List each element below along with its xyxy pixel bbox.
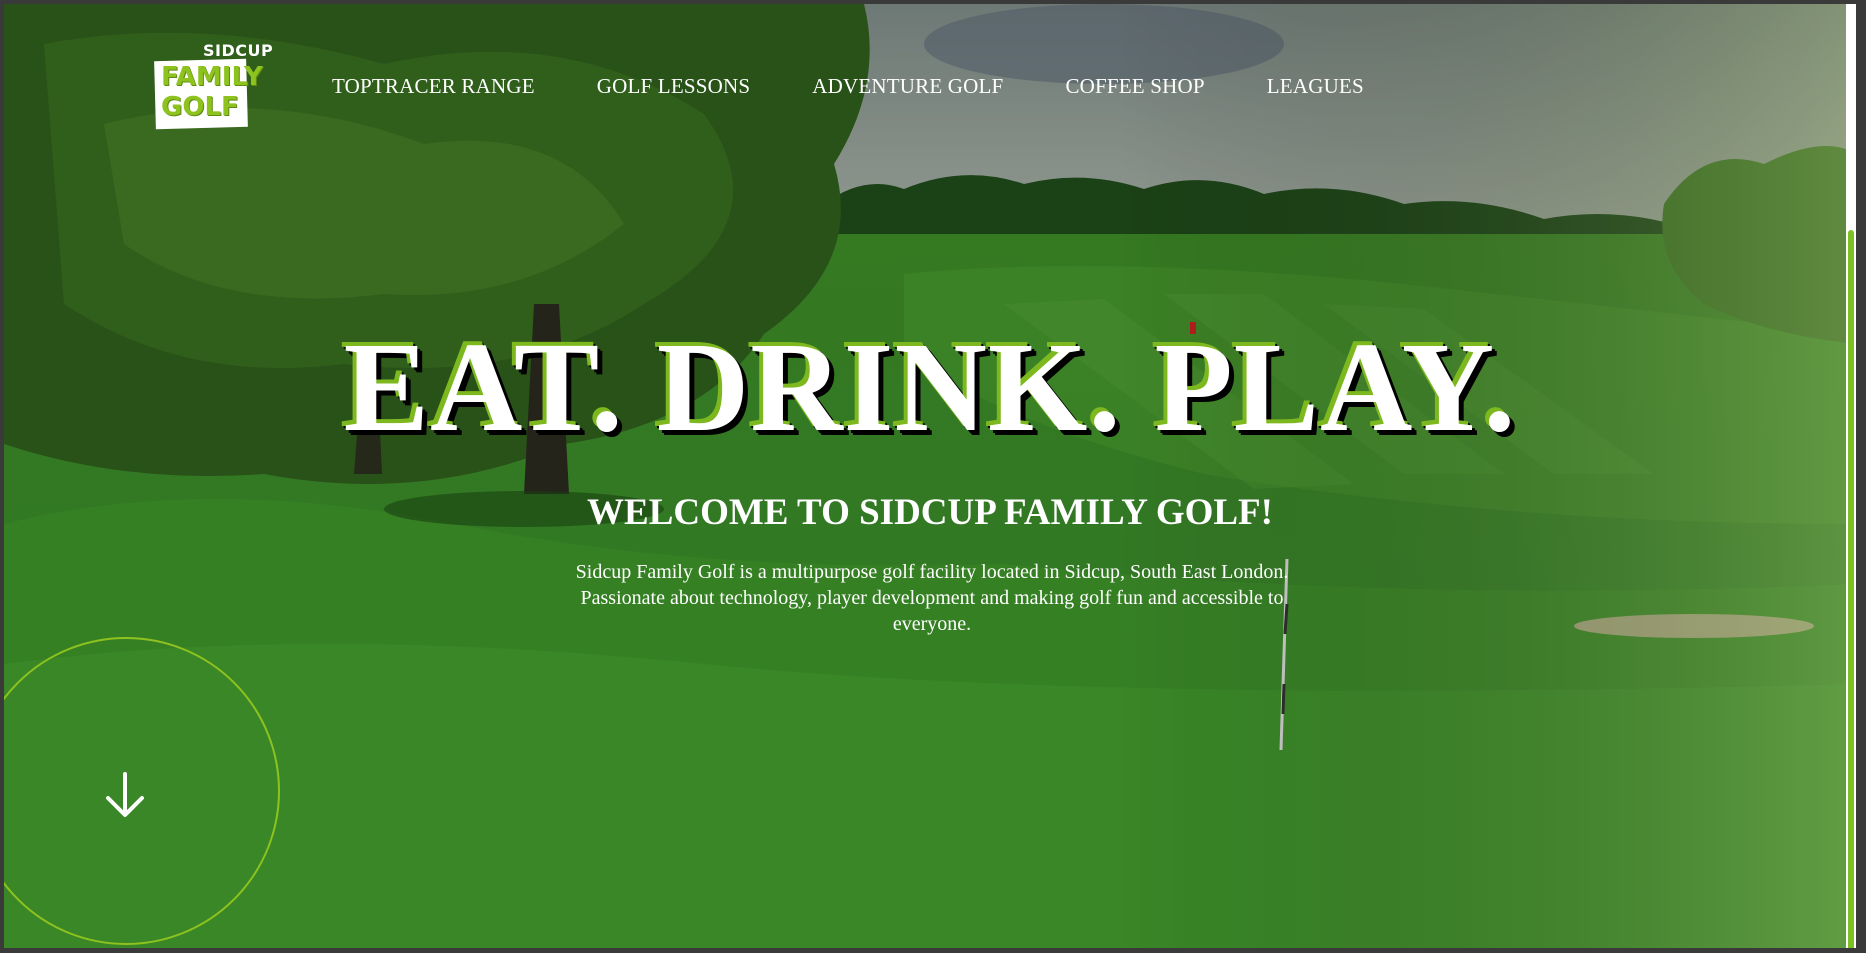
page-frame: SIDCUP FAMILY GOLF TOPTRACER RANGE GOLF … xyxy=(4,4,1856,948)
scrollbar[interactable] xyxy=(1846,4,1856,948)
logo-golf-text: GOLF xyxy=(161,92,239,122)
site-logo[interactable]: SIDCUP FAMILY GOLF xyxy=(154,40,274,130)
nav-item-adventure-golf[interactable]: ADVENTURE GOLF xyxy=(812,74,1003,99)
hero-subtitle: WELCOME TO SIDCUP FAMILY GOLF! xyxy=(587,492,1273,533)
nav-item-coffee-shop[interactable]: COFFEE SHOP xyxy=(1065,74,1204,99)
nav-item-toptracer-range[interactable]: TOPTRACER RANGE xyxy=(332,74,535,99)
main-nav: TOPTRACER RANGE GOLF LESSONS ADVENTURE G… xyxy=(332,74,1426,99)
hero-description: Sidcup Family Golf is a multipurpose gol… xyxy=(575,561,1289,635)
logo-family-text: FAMILY xyxy=(161,62,263,92)
scrollbar-thumb[interactable] xyxy=(1848,230,1854,948)
hero-background-image xyxy=(4,4,1856,948)
arrow-down-icon[interactable] xyxy=(102,770,148,820)
nav-item-golf-lessons[interactable]: GOLF LESSONS xyxy=(597,74,751,99)
hero-title: EAT. DRINK. PLAY. xyxy=(343,316,1517,458)
nav-item-leagues[interactable]: LEAGUES xyxy=(1267,74,1364,99)
scrollbar-track-top xyxy=(1848,8,1854,230)
logo-sidcup-text: SIDCUP xyxy=(203,41,274,60)
